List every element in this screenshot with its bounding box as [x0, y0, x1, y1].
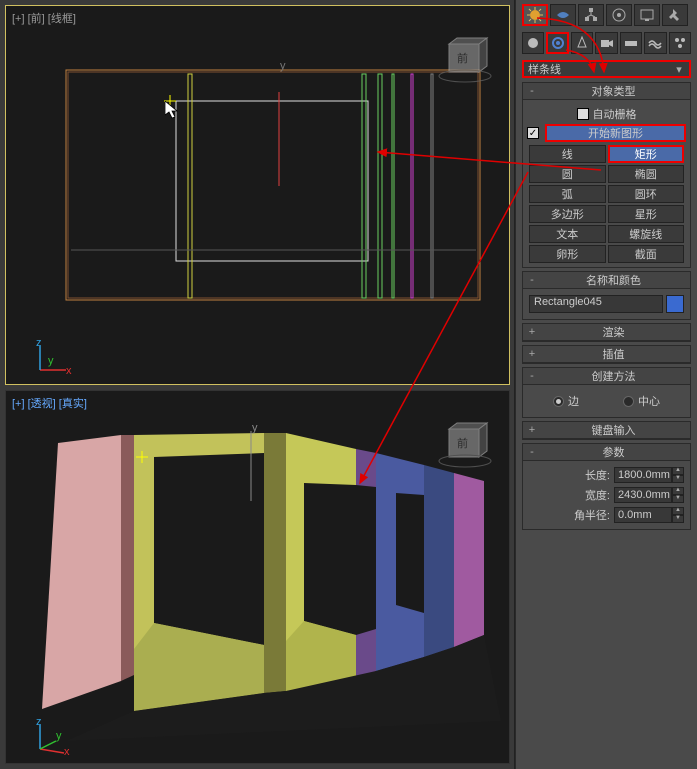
mouse-cursor — [165, 101, 181, 121]
rollout-header[interactable]: +插值 — [523, 346, 690, 363]
main-tab-row — [516, 0, 697, 28]
rollout-interpolation: +插值 — [522, 345, 691, 364]
start-new-shape-button[interactable]: 开始新图形 — [545, 124, 686, 142]
spinner-up[interactable]: ▲ — [672, 507, 684, 515]
rollout-header[interactable]: +键盘输入 — [523, 422, 690, 439]
rollout-header[interactable]: +渲染 — [523, 324, 690, 341]
length-spinner[interactable]: 1800.0mm — [614, 467, 672, 483]
chevron-down-icon: ▾ — [673, 63, 685, 76]
svg-text:z: z — [36, 719, 42, 728]
axis-gizmo: xzy — [36, 719, 68, 751]
utilities-tab[interactable] — [662, 4, 688, 26]
spinner-down[interactable]: ▼ — [672, 515, 684, 523]
rollout-header[interactable]: -创建方法 — [523, 368, 690, 385]
spinner-down[interactable]: ▼ — [672, 475, 684, 483]
svg-text:y: y — [48, 355, 54, 367]
helpers-subtab[interactable] — [620, 32, 642, 54]
spacewarps-subtab[interactable] — [644, 32, 666, 54]
text-button[interactable]: 文本 — [529, 225, 606, 243]
ellipse-button[interactable]: 椭圆 — [608, 165, 685, 183]
svg-text:前: 前 — [457, 436, 468, 450]
lights-subtab[interactable] — [571, 32, 593, 54]
arc-button[interactable]: 弧 — [529, 185, 606, 203]
command-panel: 样条线 ▾ -对象类型 自动栅格 ✓ 开始新图形 线 矩形 圆 椭圆 弧 圆环 … — [515, 0, 697, 769]
modify-tab[interactable] — [550, 4, 576, 26]
length-label: 长度: — [585, 467, 610, 483]
width-label: 宽度: — [585, 487, 610, 503]
rollout-render: +渲染 — [522, 323, 691, 342]
svg-text:前: 前 — [457, 51, 468, 65]
donut-button[interactable]: 圆环 — [608, 185, 685, 203]
viewport-perspective[interactable]: [+] [透视] [真实] y 前 xzy — [5, 390, 510, 764]
color-swatch[interactable] — [666, 295, 684, 313]
sub-tab-row — [516, 28, 697, 56]
category-dropdown[interactable]: 样条线 ▾ — [522, 60, 691, 78]
cameras-subtab[interactable] — [595, 32, 617, 54]
autogrid-label: 自动栅格 — [593, 106, 637, 122]
motion-tab[interactable] — [606, 4, 632, 26]
rollout-creation-method: -创建方法 边 中心 — [522, 367, 691, 418]
viewport-front-wireframe[interactable]: [+] [前] [线框] y 前 xzy — [5, 5, 510, 385]
hierarchy-tab[interactable] — [578, 4, 604, 26]
rollout-name-color: -名称和颜色 Rectangle045 — [522, 271, 691, 320]
spinner-down[interactable]: ▼ — [672, 495, 684, 503]
svg-text:z: z — [36, 340, 42, 349]
edge-radio[interactable]: 边 — [553, 393, 579, 409]
viewcube[interactable]: 前 — [435, 419, 495, 469]
svg-text:y: y — [252, 422, 258, 434]
start-new-shape-checkbox[interactable]: ✓ — [527, 127, 539, 139]
svg-text:y: y — [56, 730, 62, 742]
svg-text:y: y — [280, 60, 286, 72]
width-spinner[interactable]: 2430.0mm — [614, 487, 672, 503]
rollout-header[interactable]: -名称和颜色 — [523, 272, 690, 289]
spinner-up[interactable]: ▲ — [672, 467, 684, 475]
axis-gizmo: xzy — [36, 340, 68, 372]
rollout-header[interactable]: -参数 — [523, 444, 690, 461]
object-name-input[interactable]: Rectangle045 — [529, 295, 663, 313]
rectangle-button[interactable]: 矩形 — [608, 145, 685, 163]
ngon-button[interactable]: 多边形 — [529, 205, 606, 223]
star-button[interactable]: 星形 — [608, 205, 685, 223]
corner-radius-label: 角半径: — [574, 507, 610, 523]
svg-text:x: x — [64, 746, 70, 755]
helix-button[interactable]: 螺旋线 — [608, 225, 685, 243]
shapes-subtab[interactable] — [546, 32, 569, 54]
geometry-subtab[interactable] — [522, 32, 544, 54]
section-button[interactable]: 截面 — [608, 245, 685, 263]
egg-button[interactable]: 卵形 — [529, 245, 606, 263]
dropdown-value: 样条线 — [528, 61, 561, 77]
svg-text:x: x — [66, 365, 72, 376]
rollout-parameters: -参数 长度: 1800.0mm ▲▼ 宽度: 2430.0mm ▲▼ 角半径: — [522, 443, 691, 530]
center-radio[interactable]: 中心 — [623, 393, 660, 409]
display-tab[interactable] — [634, 4, 660, 26]
spinner-up[interactable]: ▲ — [672, 487, 684, 495]
rollout-header[interactable]: -对象类型 — [523, 83, 690, 100]
create-tab[interactable] — [522, 4, 548, 26]
viewcube[interactable]: 前 — [435, 34, 495, 84]
rollout-keyboard-entry: +键盘输入 — [522, 421, 691, 440]
systems-subtab[interactable] — [669, 32, 691, 54]
rollout-object-type: -对象类型 自动栅格 ✓ 开始新图形 线 矩形 圆 椭圆 弧 圆环 多边形 星形… — [522, 82, 691, 268]
corner-radius-spinner[interactable]: 0.0mm — [614, 507, 672, 523]
circle-button[interactable]: 圆 — [529, 165, 606, 183]
autogrid-checkbox[interactable] — [577, 108, 589, 120]
line-button[interactable]: 线 — [529, 145, 606, 163]
